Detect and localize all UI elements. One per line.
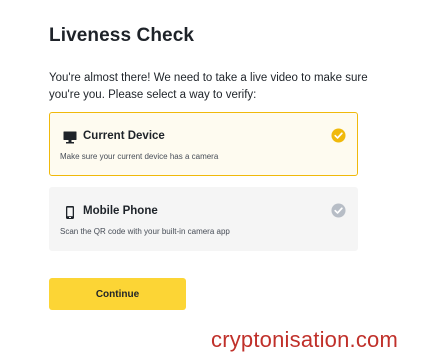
option-current-device[interactable]: Current Device Make sure your current de… [49,112,358,176]
check-circle-icon [331,128,346,143]
option-mobile-phone[interactable]: Mobile Phone Scan the QR code with your … [49,187,358,251]
monitor-icon [63,131,77,144]
option-label-mobile-phone: Mobile Phone [83,205,158,217]
continue-button[interactable]: Continue [49,278,186,310]
mobile-phone-icon [66,206,74,219]
option-label-current-device: Current Device [83,130,165,142]
page-title: Liveness Check [49,25,195,46]
watermark-text: cryptonisation.com [211,327,399,352]
option-desc-current-device: Make sure your current device has a came… [60,152,219,161]
intro-text: You're almost there! We need to take a l… [49,72,368,101]
option-desc-mobile-phone: Scan the QR code with your built-in came… [60,227,230,236]
liveness-check-page: Liveness Check You're almost there! We n… [0,0,422,362]
check-circle-icon [331,203,346,218]
